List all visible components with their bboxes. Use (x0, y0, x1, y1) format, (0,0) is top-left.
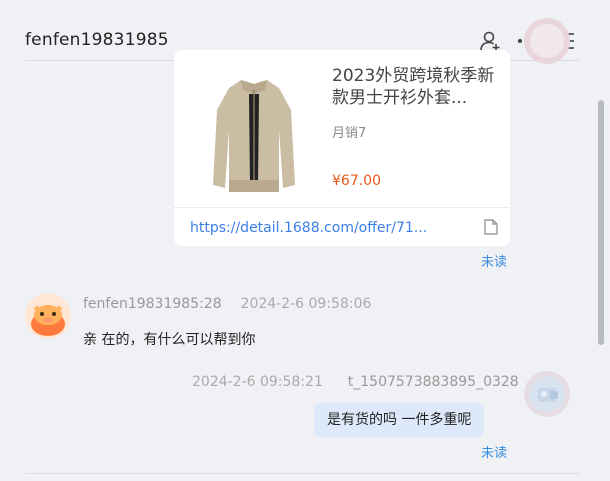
unread-status: 未读 (481, 446, 508, 461)
sender-name: fenfen19831985:28 (83, 296, 222, 312)
copy-icon[interactable] (484, 219, 498, 235)
message-time: 2024-2-6 09:58:06 (240, 296, 372, 312)
product-price: ¥67.00 (332, 173, 381, 189)
message-time: 2024-2-6 09:58:21 (192, 374, 323, 390)
message-text: 亲 在的，有什么可以帮到你 (83, 332, 256, 348)
message-meta: fenfen19831985:28 2024-2-6 09:58:06 (83, 296, 371, 312)
avatar (524, 371, 570, 417)
card-divider (174, 207, 510, 208)
product-sales: 月销7 (332, 126, 367, 141)
sender-name: t_1507573883895_0328 (347, 374, 519, 390)
message-bubble: 是有货的吗 一件多重呢 (314, 403, 485, 437)
avatar (25, 293, 71, 339)
scrollbar[interactable] (598, 60, 604, 481)
scrollbar-thumb[interactable] (598, 100, 604, 345)
product-title[interactable]: 2023外贸跨境秋季新款男士开衫外套... (332, 65, 502, 109)
product-link[interactable]: https://detail.1688.com/offer/71... (190, 220, 427, 236)
unread-status: 未读 (481, 255, 508, 270)
product-image[interactable] (199, 60, 309, 200)
input-divider (25, 473, 580, 474)
product-card[interactable]: 2023外贸跨境秋季新款男士开衫外套... 月销7 ¥67.00 https:/… (174, 50, 510, 246)
message-meta: 2024-2-6 09:58:21 t_1507573883895_0328 (192, 374, 519, 390)
avatar (524, 18, 570, 64)
contact-name: fenfen19831985 (25, 30, 169, 50)
